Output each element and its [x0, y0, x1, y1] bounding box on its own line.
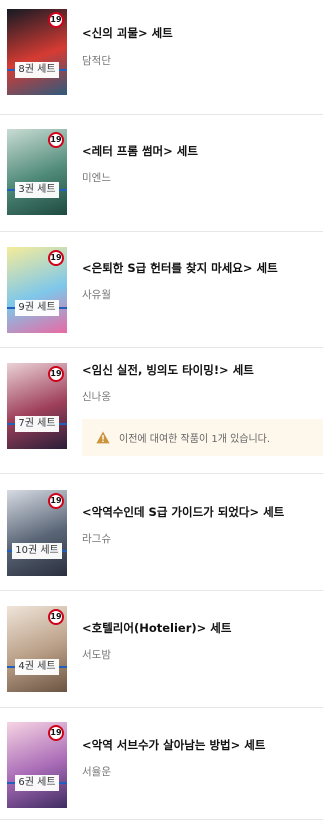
volume-count-label: 8권 세트	[7, 61, 67, 78]
book-title[interactable]: <은퇴한 S급 헌터를 찾지 마세요> 세트	[82, 260, 313, 276]
book-author[interactable]: 사유월	[82, 287, 111, 302]
adult-19-badge: 19	[48, 725, 64, 741]
adult-19-badge: 19	[48, 12, 64, 28]
previous-rental-notice: 이전에 대여한 작품이 1개 있습니다.	[82, 419, 323, 456]
adult-19-badge: 19	[48, 132, 64, 148]
volume-count-label: 10권 세트	[7, 542, 67, 559]
book-cover-thumbnail[interactable]: 19 6권 세트	[7, 722, 67, 808]
book-title[interactable]: <악역 서브수가 살아남는 방법> 세트	[82, 737, 313, 753]
list-item[interactable]: 19 10권 세트 <악역수인데 S급 가이드가 되었다> 세트 라그슈	[0, 474, 323, 591]
adult-19-badge: 19	[48, 609, 64, 625]
book-author[interactable]: 미엔느	[82, 170, 111, 185]
book-title[interactable]: <신의 괴물> 세트	[82, 25, 313, 41]
notice-text: 이전에 대여한 작품이 1개 있습니다.	[119, 434, 271, 445]
volume-count-label: 6권 세트	[7, 774, 67, 791]
book-author[interactable]: 서율운	[82, 764, 111, 779]
volume-count-label: 9권 세트	[7, 299, 67, 316]
book-set-list: 19 8권 세트 <신의 괴물> 세트 담적단 19 3권 세트 <레터 프롬 …	[0, 0, 323, 820]
list-item[interactable]: 19 7권 세트 <임신 실전, 빙의도 타이밍!> 세트 신나옹 이전에 대여…	[0, 348, 323, 474]
list-item[interactable]: 19 9권 세트 <은퇴한 S급 헌터를 찾지 마세요> 세트 사유월	[0, 232, 323, 348]
adult-19-badge: 19	[48, 366, 64, 382]
book-cover-thumbnail[interactable]: 19 9권 세트	[7, 247, 67, 333]
book-author[interactable]: 신나옹	[82, 389, 111, 404]
book-title[interactable]: <악역수인데 S급 가이드가 되었다> 세트	[82, 504, 313, 520]
book-cover-thumbnail[interactable]: 19 10권 세트	[7, 490, 67, 576]
adult-19-badge: 19	[48, 250, 64, 266]
volume-count-label: 4권 세트	[7, 658, 67, 675]
book-cover-thumbnail[interactable]: 19 8권 세트	[7, 9, 67, 95]
book-author[interactable]: 담적단	[82, 53, 111, 68]
book-cover-thumbnail[interactable]: 19 3권 세트	[7, 129, 67, 215]
book-title[interactable]: <임신 실전, 빙의도 타이밍!> 세트	[82, 362, 313, 378]
list-item[interactable]: 19 8권 세트 <신의 괴물> 세트 담적단	[0, 0, 323, 115]
volume-count-label: 3권 세트	[7, 181, 67, 198]
adult-19-badge: 19	[48, 493, 64, 509]
volume-count-label: 7권 세트	[7, 415, 67, 432]
list-item[interactable]: 19 3권 세트 <레터 프롬 썸머> 세트 미엔느	[0, 115, 323, 232]
book-title[interactable]: <호텔리어(Hotelier)> 세트	[82, 620, 313, 636]
book-cover-thumbnail[interactable]: 19 7권 세트	[7, 363, 67, 449]
book-author[interactable]: 서도밤	[82, 647, 111, 662]
book-cover-thumbnail[interactable]: 19 4권 세트	[7, 606, 67, 692]
warning-icon	[96, 431, 110, 444]
book-author[interactable]: 라그슈	[82, 531, 111, 546]
list-item[interactable]: 19 6권 세트 <악역 서브수가 살아남는 방법> 세트 서율운	[0, 708, 323, 820]
list-item[interactable]: 19 4권 세트 <호텔리어(Hotelier)> 세트 서도밤	[0, 591, 323, 708]
book-title[interactable]: <레터 프롬 썸머> 세트	[82, 143, 313, 159]
